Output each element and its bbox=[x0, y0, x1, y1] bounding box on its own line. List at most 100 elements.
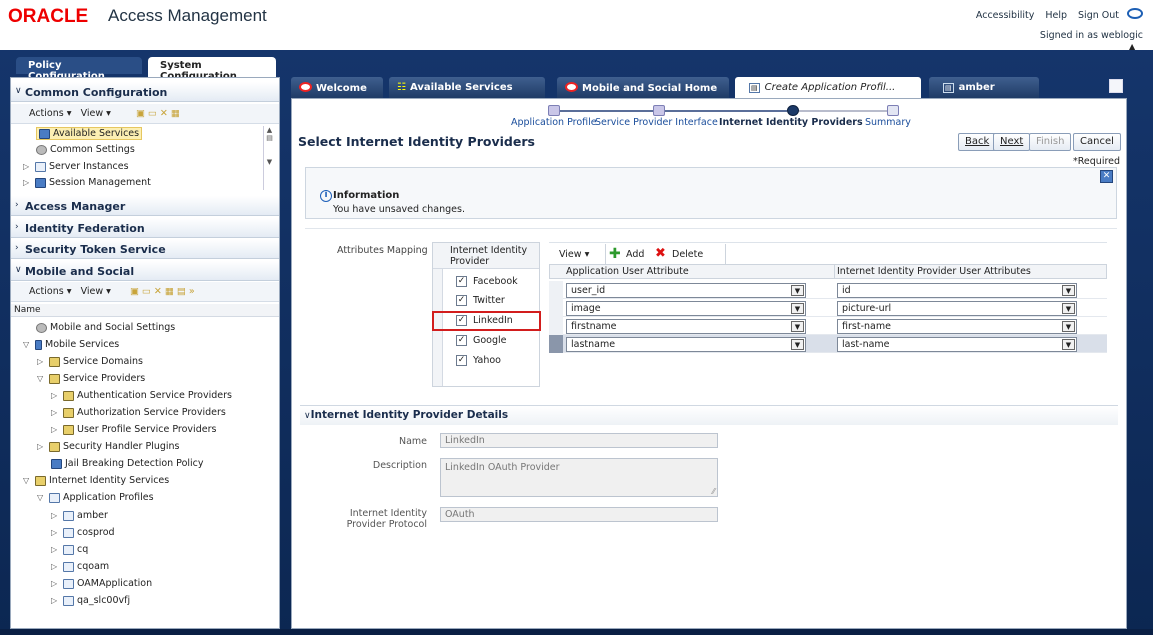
idp-column-header: Internet Identity Provider bbox=[433, 243, 539, 269]
protocol-label: Internet Identity Provider Protocol bbox=[346, 508, 427, 530]
tree-scrollbar[interactable]: ▲ ▤ ▼ bbox=[263, 126, 275, 190]
tree-item-amber[interactable]: ▷ amber bbox=[51, 510, 108, 521]
tree-item-cq[interactable]: ▷ cq bbox=[51, 544, 88, 555]
checkbox-checked[interactable]: ✓ bbox=[456, 355, 467, 366]
accordion-common-configuration[interactable]: ∨ Common Configuration bbox=[11, 82, 279, 102]
train-label-application-profile[interactable]: Application Profile bbox=[511, 117, 597, 128]
checkbox-checked[interactable]: ✓ bbox=[456, 295, 467, 306]
accordion-identity-federation[interactable]: › Identity Federation bbox=[11, 218, 279, 238]
cancel-button[interactable]: Cancel bbox=[1073, 133, 1121, 151]
folder-icon bbox=[49, 373, 60, 384]
train-stop-application-profile[interactable] bbox=[548, 105, 560, 116]
idp-attribute-select[interactable]: last-name ▼ bbox=[837, 337, 1077, 352]
idp-attribute-select[interactable]: id ▼ bbox=[837, 283, 1077, 298]
tab-amber[interactable]: ▤ amber bbox=[929, 77, 1039, 98]
app-icon bbox=[63, 544, 74, 555]
chevron-down-icon: ▼ bbox=[1062, 339, 1075, 350]
collapse-icon: ▽ bbox=[37, 374, 44, 383]
tab-available-services[interactable]: ☷ Available Services bbox=[389, 77, 545, 98]
expand-icon: ▷ bbox=[37, 357, 44, 366]
tree-item-cosprod[interactable]: ▷ cosprod bbox=[51, 527, 115, 538]
accordion-mobile-and-social[interactable]: ∨ Mobile and Social bbox=[11, 261, 279, 281]
tree-item-mobile-services[interactable]: ▽ Mobile Services bbox=[23, 339, 119, 350]
table-row[interactable]: user_id ▼ id ▼ bbox=[549, 281, 1107, 299]
back-button[interactable]: Back bbox=[958, 133, 997, 151]
tab-list-icon[interactable] bbox=[1109, 79, 1123, 93]
tab-create-application-profile[interactable]: ▤ Create Application Profil... bbox=[735, 77, 921, 98]
train-stop-summary[interactable] bbox=[887, 105, 899, 116]
accordion-access-manager[interactable]: › Access Manager bbox=[11, 196, 279, 216]
train-stop-service-provider[interactable] bbox=[653, 105, 665, 116]
table-row[interactable]: image ▼ picture-url ▼ bbox=[549, 299, 1107, 317]
view-menu[interactable]: View ▾ bbox=[81, 286, 111, 297]
tab-policy-configuration[interactable]: Policy Configuration bbox=[16, 57, 142, 82]
tree-item-available-services[interactable]: Available Services bbox=[36, 127, 143, 140]
expand-icon: › bbox=[15, 200, 19, 210]
view-menu[interactable]: View ▾ bbox=[559, 249, 589, 260]
view-menu[interactable]: View ▾ bbox=[81, 108, 111, 119]
folder-icon bbox=[63, 424, 74, 435]
folder-icon bbox=[35, 475, 46, 486]
tree-item-authentication-service-providers[interactable]: ▷ Authentication Service Providers bbox=[51, 390, 232, 401]
tree-item-service-domains[interactable]: ▷ Service Domains bbox=[37, 356, 143, 367]
resize-handle-icon[interactable]: ⁄⁄ bbox=[712, 487, 715, 496]
tree-item-service-providers[interactable]: ▽ Service Providers bbox=[37, 373, 145, 384]
checkbox-checked[interactable]: ✓ bbox=[456, 335, 467, 346]
tree-item-internet-identity-services[interactable]: ▽ Internet Identity Services bbox=[23, 475, 169, 486]
tree-item-jail-breaking-detection-policy[interactable]: Jail Breaking Detection Policy bbox=[51, 458, 204, 469]
app-attribute-select[interactable]: user_id ▼ bbox=[566, 283, 806, 298]
checkbox-checked[interactable]: ✓ bbox=[456, 276, 467, 287]
accessibility-link[interactable]: Accessibility bbox=[976, 10, 1034, 21]
accordion-security-token-service[interactable]: › Security Token Service bbox=[11, 239, 279, 259]
idp-item-google[interactable]: ✓ Google bbox=[433, 331, 539, 350]
add-button[interactable]: Add bbox=[626, 249, 644, 260]
tree-item-common-settings[interactable]: Common Settings bbox=[36, 144, 135, 155]
tab-mobile-social-home[interactable]: Mobile and Social Home bbox=[557, 77, 729, 98]
train-label-service-provider-interface[interactable]: Service Provider Interface bbox=[595, 117, 718, 128]
app-attribute-select[interactable]: firstname ▼ bbox=[566, 319, 806, 334]
tree-item-server-instances[interactable]: ▷ Server Instances bbox=[23, 161, 129, 172]
app-attribute-select[interactable]: lastname ▼ bbox=[566, 337, 806, 352]
services-icon bbox=[39, 128, 50, 139]
close-icon[interactable]: ✕ bbox=[1100, 170, 1113, 183]
toolbar-icons[interactable]: ▣ ▭ ✕ ▦ ▤ » bbox=[130, 286, 195, 297]
train-label-summary[interactable]: Summary bbox=[865, 117, 911, 128]
tree-item-security-handler-plugins[interactable]: ▷ Security Handler Plugins bbox=[37, 441, 180, 452]
tree-item-mobile-social-settings[interactable]: Mobile and Social Settings bbox=[36, 322, 175, 333]
tab-welcome[interactable]: Welcome bbox=[291, 77, 383, 98]
actions-menu[interactable]: Actions ▾ bbox=[29, 108, 72, 119]
idp-item-facebook[interactable]: ✓ Facebook bbox=[433, 272, 539, 291]
actions-menu[interactable]: Actions ▾ bbox=[29, 286, 72, 297]
folder-icon bbox=[49, 441, 60, 452]
app-attribute-select[interactable]: image ▼ bbox=[566, 301, 806, 316]
sign-out-link[interactable]: Sign Out bbox=[1078, 10, 1119, 21]
tab-system-configuration[interactable]: System Configuration bbox=[148, 57, 276, 82]
expand-icon: ▷ bbox=[51, 596, 58, 605]
delete-button[interactable]: Delete bbox=[672, 249, 703, 260]
tree-item-user-profile-service-providers[interactable]: ▷ User Profile Service Providers bbox=[51, 424, 216, 435]
table-row[interactable]: firstname ▼ first-name ▼ bbox=[549, 317, 1107, 335]
idp-item-twitter[interactable]: ✓ Twitter bbox=[433, 291, 539, 310]
tree-item-qa-slc00vfj[interactable]: ▷ qa_slc00vfj bbox=[51, 595, 130, 606]
add-icon[interactable]: ✚ bbox=[609, 246, 621, 262]
required-note: *Required bbox=[1073, 156, 1121, 167]
delete-icon[interactable]: ✖ bbox=[655, 246, 666, 261]
idp-item-yahoo[interactable]: ✓ Yahoo bbox=[433, 351, 539, 370]
tree-item-cqoam[interactable]: ▷ cqoam bbox=[51, 561, 109, 572]
help-link[interactable]: Help bbox=[1045, 10, 1067, 21]
tree-item-session-management[interactable]: ▷ Session Management bbox=[23, 177, 151, 188]
table-row-selected[interactable]: lastname ▼ last-name ▼ bbox=[549, 335, 1107, 353]
expand-icon: ▷ bbox=[23, 162, 30, 171]
settings-icon bbox=[36, 322, 47, 333]
expand-icon: ▷ bbox=[51, 408, 58, 417]
idp-attribute-select[interactable]: picture-url ▼ bbox=[837, 301, 1077, 316]
folder-icon bbox=[63, 390, 74, 401]
tree-item-authorization-service-providers[interactable]: ▷ Authorization Service Providers bbox=[51, 407, 226, 418]
next-button[interactable]: Next bbox=[993, 133, 1031, 151]
tree-item-application-profiles[interactable]: ▽ Application Profiles bbox=[37, 492, 154, 503]
idp-attribute-select[interactable]: first-name ▼ bbox=[837, 319, 1077, 334]
details-title[interactable]: ∨Internet Identity Provider Details bbox=[304, 409, 508, 421]
toolbar-icons[interactable]: ▣ ▭ ✕ ▦ bbox=[136, 108, 180, 119]
expand-icon: ▷ bbox=[51, 545, 58, 554]
tree-item-oamapplication[interactable]: ▷ OAMApplication bbox=[51, 578, 152, 589]
